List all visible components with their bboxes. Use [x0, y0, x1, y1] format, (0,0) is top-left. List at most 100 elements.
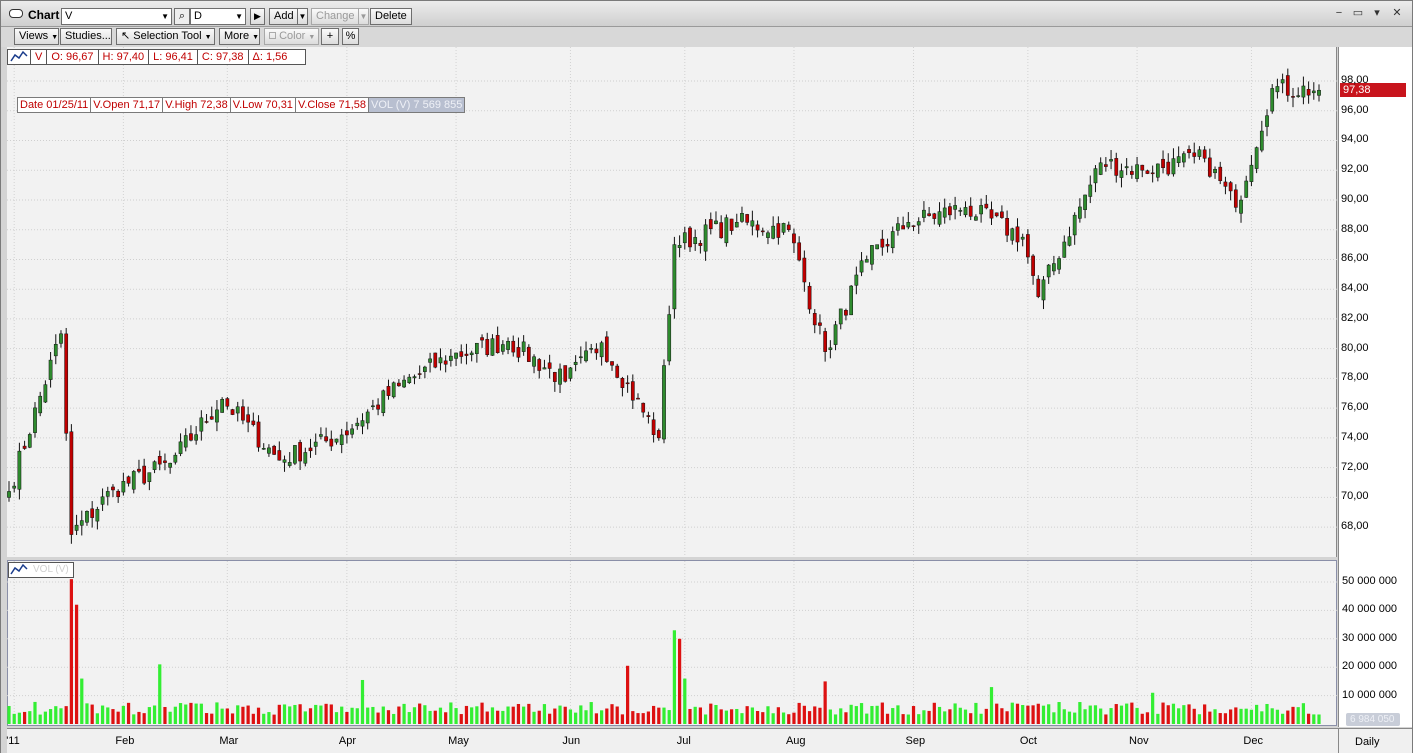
volume-bar — [771, 713, 775, 724]
volume-bar — [1114, 704, 1118, 724]
volume-bar — [1125, 703, 1129, 724]
candle-body — [355, 422, 360, 427]
candle-body — [459, 351, 464, 357]
candle-body — [1192, 152, 1197, 157]
volume-bar — [308, 708, 313, 724]
volume-bar — [1208, 711, 1212, 724]
volume-bar — [755, 711, 760, 724]
date-tick-label: Nov — [1129, 735, 1149, 747]
volume-bar — [969, 713, 973, 724]
candle-body — [818, 322, 822, 326]
candle-body — [230, 409, 235, 415]
candle-body — [199, 417, 204, 432]
volume-bar — [459, 714, 463, 724]
candle-body — [771, 225, 776, 239]
candle-body — [246, 414, 250, 423]
candle-body — [1098, 162, 1103, 175]
volume-bar — [984, 708, 988, 724]
candle-body — [386, 386, 391, 396]
candle-body — [1000, 211, 1004, 218]
volume-bar — [839, 708, 843, 724]
candle-body — [204, 421, 209, 423]
legend-open: O: 96,67 — [47, 50, 99, 64]
volume-bar — [262, 713, 266, 724]
volume-bar — [963, 709, 968, 724]
volume-bar — [750, 707, 754, 724]
candle-body — [677, 245, 682, 248]
candle-body — [932, 213, 937, 219]
volume-bar — [1203, 704, 1207, 724]
candle-body — [74, 524, 79, 531]
candle-body — [620, 378, 625, 388]
date-tick-label: Feb — [115, 735, 135, 747]
candle-body — [282, 459, 287, 463]
candle-body — [64, 333, 69, 434]
candle-body — [922, 209, 926, 218]
volume-legend[interactable]: VOL (V) — [8, 562, 74, 578]
candle-body — [1270, 88, 1275, 112]
volume-bar — [12, 713, 16, 724]
candle-body — [1041, 279, 1046, 301]
volume-bar — [163, 706, 167, 724]
volume-bar — [891, 708, 895, 724]
volume-bar — [703, 714, 708, 724]
volume-bar — [896, 705, 900, 724]
volume-bar — [1015, 703, 1020, 724]
price-tick-label: 92,00 — [1341, 163, 1369, 176]
candle-body — [256, 421, 261, 448]
volume-bar — [132, 714, 136, 724]
candle-body — [116, 490, 121, 498]
candle-body — [1161, 158, 1165, 168]
volume-bar — [563, 706, 567, 724]
volume-bar — [17, 712, 22, 724]
candle-body — [412, 376, 417, 379]
candle-body — [1010, 228, 1015, 241]
price-tick-label: 90,00 — [1341, 192, 1369, 205]
candle-body — [33, 407, 37, 433]
candle-body — [1020, 236, 1025, 240]
candle-body — [958, 210, 963, 212]
candle-body — [641, 402, 646, 413]
candle-body — [745, 214, 750, 223]
line-chart-icon[interactable] — [8, 50, 31, 64]
candle-body — [781, 223, 786, 233]
volume-bar — [605, 708, 609, 724]
candle-body — [178, 441, 183, 454]
candle-body — [1145, 170, 1150, 174]
volume-bar — [761, 712, 765, 724]
volume-bar — [880, 702, 884, 724]
candle-body — [963, 207, 968, 216]
candle-body — [719, 222, 724, 239]
volume-bar — [1093, 705, 1098, 724]
volume-bar — [225, 708, 229, 724]
candle-body — [604, 336, 609, 362]
candle-body — [1233, 189, 1238, 208]
volume-bar — [85, 703, 89, 724]
volume-bar — [828, 709, 832, 724]
candle-body — [1140, 164, 1145, 171]
candle-body — [667, 314, 672, 362]
volume-bar — [282, 704, 287, 724]
volume-bar — [1244, 708, 1248, 724]
volume-bar — [911, 706, 916, 724]
candle-body — [111, 486, 115, 491]
volume-bar — [937, 706, 942, 724]
candle-body — [209, 416, 214, 420]
date-tick-label: May — [448, 735, 469, 747]
candle-body — [989, 209, 994, 219]
volume-bar — [59, 708, 63, 724]
volume-bar — [490, 707, 495, 724]
volume-bar — [516, 703, 521, 724]
volume-bar — [194, 703, 198, 724]
volume-bar — [792, 712, 796, 724]
candle-body — [1052, 263, 1056, 272]
volume-bar — [210, 713, 214, 724]
volume-bar — [1099, 708, 1103, 724]
volume-bar — [407, 712, 411, 724]
volume-bar — [511, 706, 515, 724]
volume-bar — [943, 711, 947, 724]
candle-body — [329, 438, 334, 447]
volume-bar — [1197, 714, 1202, 724]
volume-bar — [698, 707, 703, 724]
volume-bar — [480, 702, 484, 724]
